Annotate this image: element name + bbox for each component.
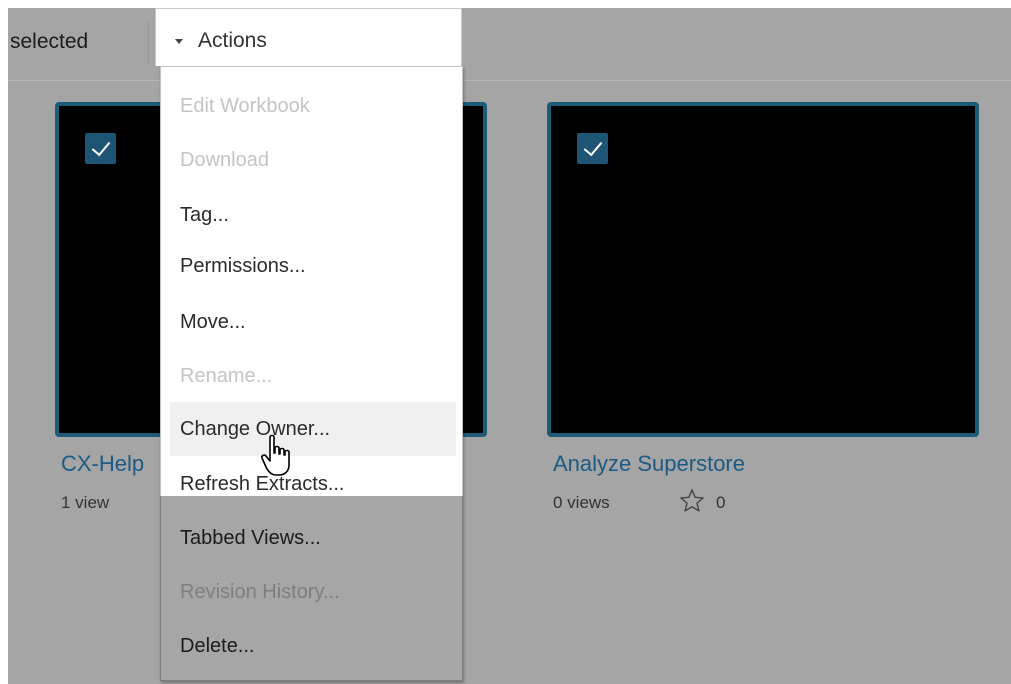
- workbook-thumbnail-analyze-superstore[interactable]: [547, 102, 979, 437]
- workbook-checkbox[interactable]: [577, 133, 608, 164]
- workbook-title-link[interactable]: CX-Help: [61, 451, 144, 477]
- check-icon: [91, 136, 111, 157]
- menu-item-move[interactable]: Move...: [170, 295, 456, 349]
- menu-item-edit-workbook: Edit Workbook: [180, 95, 310, 117]
- menu-item-tag[interactable]: Tag...: [170, 188, 456, 242]
- workbook-view-count: 1 view: [61, 493, 110, 512]
- toolbar-divider: [148, 20, 149, 66]
- selected-count-label: selected: [10, 30, 89, 53]
- menu-item-refresh-extracts[interactable]: Refresh Extracts...: [170, 457, 456, 511]
- caret-down-icon: [175, 39, 183, 44]
- workbook-view-count: 0 views: [553, 493, 610, 512]
- menu-item-delete[interactable]: Delete...: [170, 619, 456, 673]
- actions-label: Actions: [198, 29, 267, 52]
- actions-menu: Edit Workbook Download Tag... Permission…: [160, 66, 463, 681]
- favorite-count: 0: [716, 493, 726, 512]
- workbooks-page: selected CX-Help 1 view Analyze Supersto…: [8, 8, 1011, 684]
- menu-item-change-owner[interactable]: Change Owner...: [170, 402, 456, 456]
- actions-dropdown-button[interactable]: Actions: [155, 8, 462, 66]
- workbook-title-link[interactable]: Analyze Superstore: [553, 451, 745, 477]
- menu-item-revision-history: Revision History...: [180, 581, 340, 603]
- workbook-checkbox[interactable]: [85, 133, 116, 164]
- check-icon: [583, 136, 603, 157]
- menu-item-rename: Rename...: [180, 365, 273, 387]
- star-outline-icon[interactable]: [678, 487, 706, 515]
- menu-item-download: Download: [180, 149, 269, 171]
- menu-item-permissions[interactable]: Permissions...: [170, 239, 456, 293]
- menu-item-tabbed-views[interactable]: Tabbed Views...: [170, 511, 456, 565]
